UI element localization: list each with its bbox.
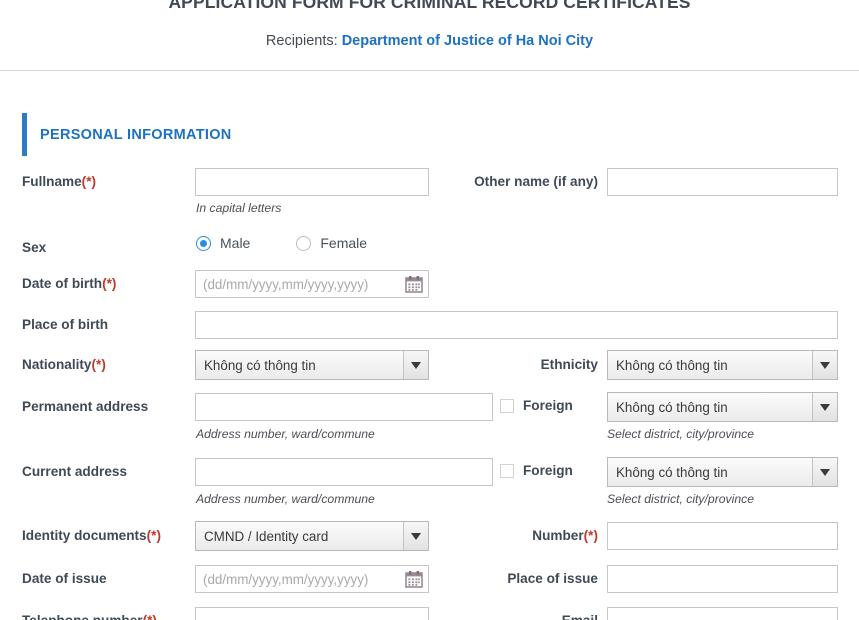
place-of-birth-label: Place of birth xyxy=(22,317,109,332)
fullname-input[interactable] xyxy=(195,168,429,196)
chevron-down-icon[interactable] xyxy=(403,351,428,379)
place-of-issue-label: Place of issue xyxy=(507,571,598,586)
date-of-birth-label: Date of birth(*) xyxy=(22,276,117,291)
identity-documents-selected-value: CMND / Identity card xyxy=(204,528,329,544)
current-address-district-hint: Select district, city/province xyxy=(607,492,754,506)
radio-female-indicator[interactable] xyxy=(296,235,312,251)
page-title: APPLICATION FORM FOR CRIMINAL RECORD CER… xyxy=(168,0,691,12)
ethnicity-select[interactable]: Không có thông tin xyxy=(607,350,838,380)
chevron-down-icon[interactable] xyxy=(403,522,428,550)
permanent-address-label: Permanent address xyxy=(22,399,149,414)
ethnicity-selected-value: Không có thông tin xyxy=(616,357,728,373)
personal-information-section-header: PERSONAL INFORMATION xyxy=(22,113,232,156)
identity-documents-select[interactable]: CMND / Identity card xyxy=(195,521,429,551)
current-address-hint: Address number, ward/commune xyxy=(196,492,375,506)
sex-option-female[interactable]: Female xyxy=(296,235,367,251)
checkbox-indicator[interactable] xyxy=(500,398,514,413)
calendar-icon[interactable] xyxy=(405,570,423,588)
checkbox-indicator[interactable] xyxy=(500,463,514,478)
chevron-down-icon[interactable] xyxy=(812,458,837,486)
current-address-foreign-checkbox[interactable]: Foreign xyxy=(500,463,573,478)
current-address-district-value: Không có thông tin xyxy=(616,464,728,480)
permanent-address-district-hint: Select district, city/province xyxy=(607,427,754,441)
permanent-address-district-value: Không có thông tin xyxy=(616,399,728,415)
telephone-number-input[interactable] xyxy=(195,607,429,620)
required-mark: (*) xyxy=(583,528,598,543)
required-mark: (*) xyxy=(81,174,97,189)
ethnicity-label: Ethnicity xyxy=(540,357,598,372)
permanent-address-foreign-checkbox[interactable]: Foreign xyxy=(500,398,573,413)
sex-radio-group: Male Female xyxy=(196,235,413,251)
place-of-birth-input[interactable] xyxy=(195,311,838,339)
radio-male-indicator[interactable] xyxy=(196,235,211,251)
radio-female-label: Female xyxy=(320,235,368,251)
section-title: PERSONAL INFORMATION xyxy=(40,126,232,143)
nationality-label: Nationality(*) xyxy=(22,357,106,372)
number-label: Number(*) xyxy=(532,528,598,543)
sex-label: Sex xyxy=(22,240,47,255)
telephone-number-label: Telephone number(*) xyxy=(22,611,157,620)
date-of-issue-label: Date of issue xyxy=(22,571,107,586)
required-mark: (*) xyxy=(143,613,157,620)
current-address-district-select[interactable]: Không có thông tin xyxy=(607,457,838,487)
place-of-issue-input[interactable] xyxy=(607,565,838,593)
permanent-address-hint: Address number, ward/commune xyxy=(196,427,375,441)
sex-option-male[interactable]: Male xyxy=(196,235,250,251)
section-accent-bar xyxy=(22,113,27,156)
current-address-label: Current address xyxy=(22,464,128,479)
nationality-select[interactable]: Không có thông tin xyxy=(195,350,429,380)
nationality-selected-value: Không có thông tin xyxy=(204,357,316,373)
permanent-address-district-select[interactable]: Không có thông tin xyxy=(607,392,838,422)
other-name-input[interactable] xyxy=(607,168,838,196)
chevron-down-icon[interactable] xyxy=(812,393,837,421)
fullname-hint: In capital letters xyxy=(196,201,282,215)
date-of-issue-input[interactable] xyxy=(195,565,429,593)
calendar-icon[interactable] xyxy=(405,275,423,293)
recipient-department-link[interactable]: Department of Justice of Ha Noi City xyxy=(342,33,593,49)
date-of-birth-input[interactable] xyxy=(195,270,429,298)
fullname-label: Fullname(*) xyxy=(22,174,97,189)
number-input[interactable] xyxy=(607,522,838,550)
current-address-input[interactable] xyxy=(195,458,493,486)
email-label: Email xyxy=(562,611,598,620)
required-mark: (*) xyxy=(146,528,161,543)
identity-documents-label: Identity documents(*) xyxy=(22,528,161,543)
required-mark: (*) xyxy=(102,276,117,291)
current-address-foreign-label: Foreign xyxy=(523,463,573,478)
other-name-label: Other name (if any) xyxy=(474,174,598,189)
permanent-address-foreign-label: Foreign xyxy=(523,398,573,413)
recipients-line: Recipients: Department of Justice of Ha … xyxy=(0,33,859,49)
chevron-down-icon[interactable] xyxy=(812,351,837,379)
email-input[interactable] xyxy=(607,607,838,620)
recipients-label: Recipients: xyxy=(265,33,338,49)
application-form-page: APPLICATION FORM FOR CRIMINAL RECORD CER… xyxy=(0,0,859,620)
permanent-address-input[interactable] xyxy=(195,393,493,421)
header-divider xyxy=(0,70,859,71)
required-mark: (*) xyxy=(91,357,106,372)
radio-male-label: Male xyxy=(220,235,251,251)
